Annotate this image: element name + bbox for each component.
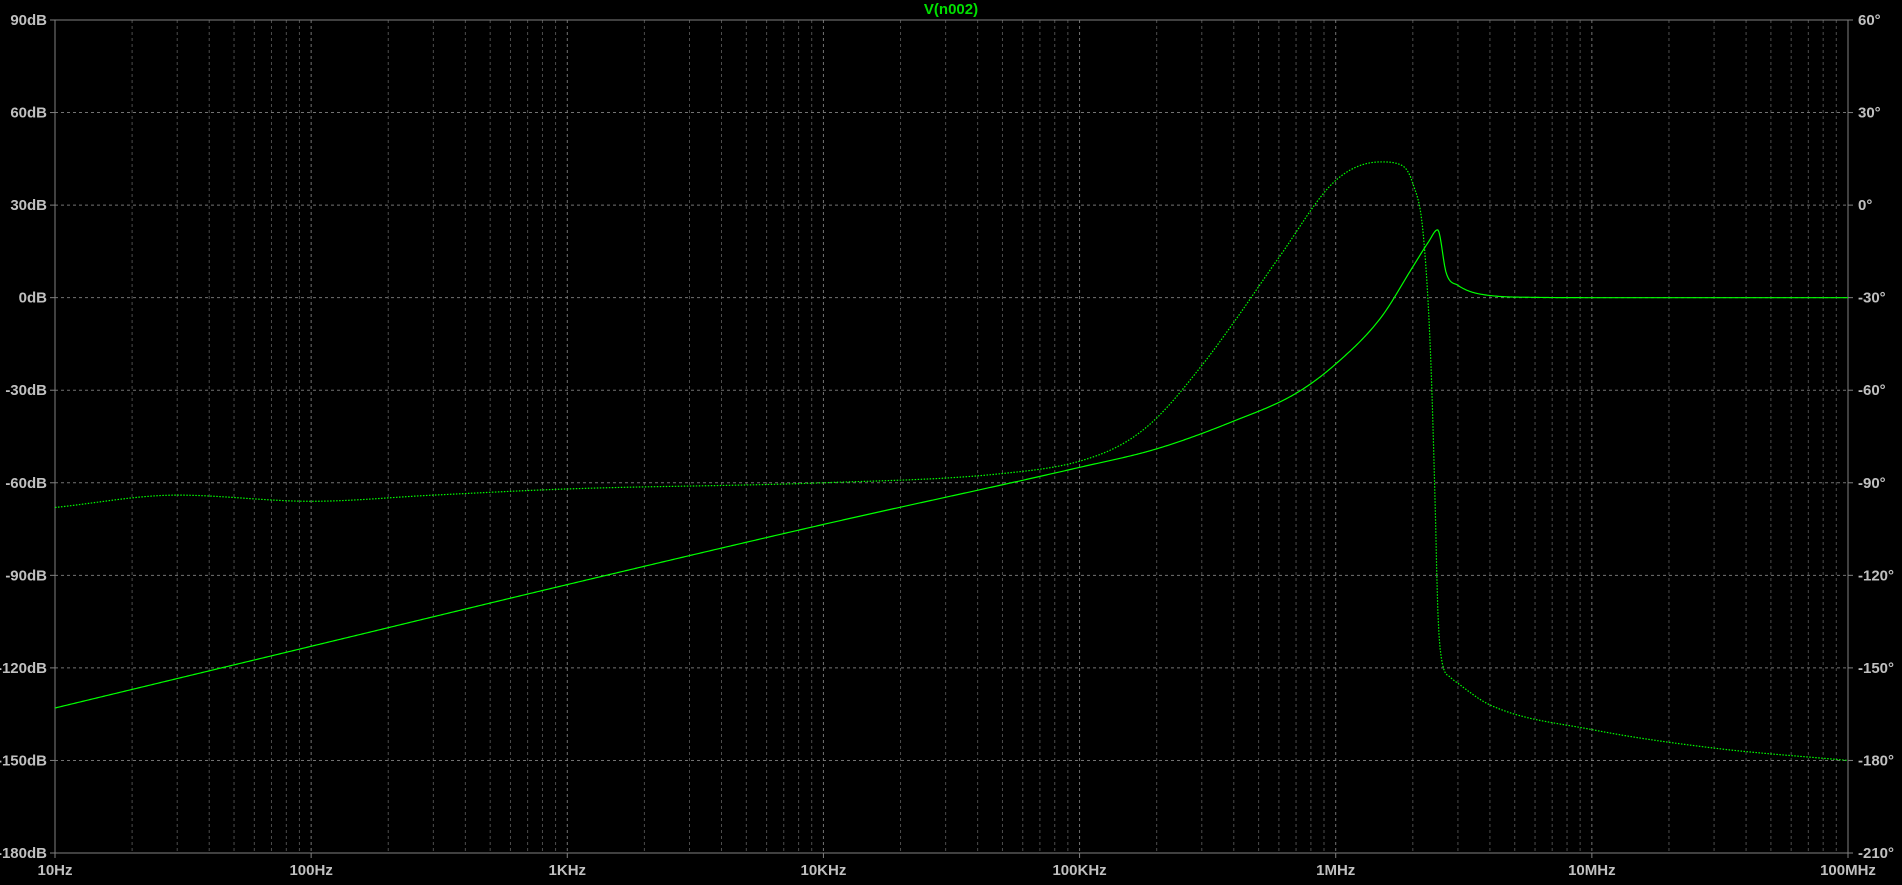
x-tick-label: 1MHz [1316, 862, 1355, 879]
y-right-tick-label: -180° [1858, 752, 1894, 769]
plot-border [54, 19, 1849, 854]
x-tick-label: 10KHz [800, 862, 846, 879]
x-tick-label: 100Hz [289, 862, 332, 879]
bode-plot[interactable]: 10Hz 100Hz 1KHz 10KHz 100KHz 1MHz 10MHz 100MHz 9… [0, 0, 1902, 885]
y-right-tick-label: 0° [1858, 197, 1872, 214]
y-left-tick-label: 0dB [19, 290, 48, 307]
series-layer [54, 161, 1849, 762]
tick-labels: 10Hz 100Hz 1KHz 10KHz 100KHz 1MHz 10MHz 100MHz 9… [0, 12, 1894, 879]
x-tick-label: 100KHz [1052, 862, 1106, 879]
y-left-tick-label: 30dB [10, 197, 47, 214]
series-phase-trace[interactable] [54, 161, 1849, 762]
y-left-tick-label: -120dB [0, 660, 47, 677]
y-right-tick-label: 60° [1858, 12, 1881, 29]
y-left-tick-label: -150dB [0, 752, 47, 769]
grid-layer [55, 20, 1848, 853]
y-right-tick-label: -150° [1858, 660, 1894, 677]
series-magnitude-trace[interactable] [54, 229, 1848, 709]
plot-window: 10Hz 100Hz 1KHz 10KHz 100KHz 1MHz 10MHz 100MHz 9… [0, 0, 1902, 885]
y-left-tick-label: -90dB [5, 567, 47, 584]
y-right-tick-label: -210° [1858, 845, 1894, 862]
y-right-tick-label: 30° [1858, 105, 1881, 122]
y-left-tick-label: 60dB [10, 105, 47, 122]
y-left-tick-label: -180dB [0, 845, 47, 862]
x-tick-label: 100MHz [1820, 862, 1876, 879]
x-tick-label: 1KHz [549, 862, 587, 879]
x-tick-label: 10MHz [1568, 862, 1616, 879]
y-right-tick-label: -120° [1858, 567, 1894, 584]
y-right-tick-label: -60° [1858, 382, 1886, 399]
trace-title-v-n002[interactable]: V(n002) [924, 1, 978, 18]
x-tick-label: 10Hz [37, 862, 72, 879]
y-left-tick-label: -30dB [5, 382, 47, 399]
y-left-tick-label: -60dB [5, 475, 47, 492]
y-right-tick-label: -90° [1858, 475, 1886, 492]
y-left-tick-label: 90dB [10, 12, 47, 29]
y-right-tick-label: -30° [1858, 290, 1886, 307]
plot-frame [54, 19, 1849, 854]
